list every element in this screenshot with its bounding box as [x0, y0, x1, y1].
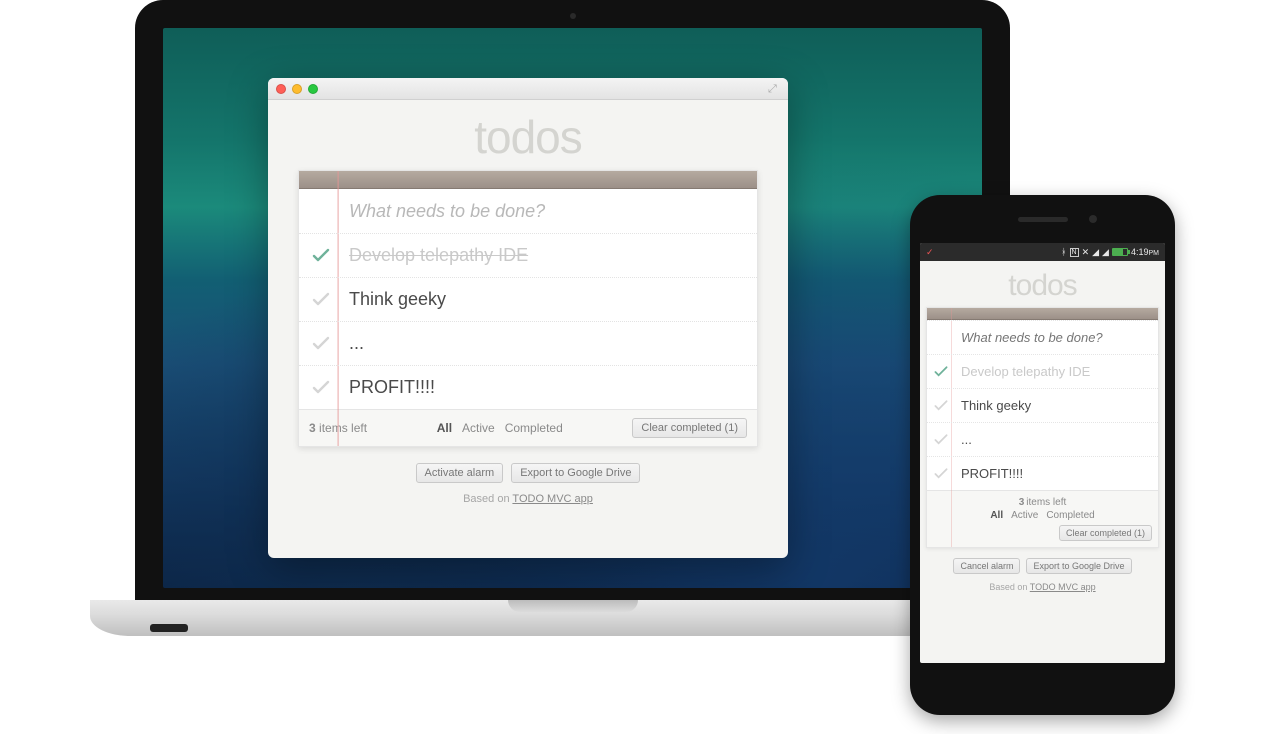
nfc-icon: N	[1070, 248, 1079, 257]
credit-prefix: Based on	[989, 582, 1029, 592]
phone-speaker	[1018, 217, 1068, 222]
todo-row[interactable]: Develop telepathy IDE	[299, 233, 757, 277]
todo-row[interactable]: ...	[927, 422, 1158, 456]
todo-list-card: Develop telepathy IDE Think geeky	[298, 170, 758, 447]
status-time: 4:19PM	[1131, 247, 1159, 257]
todo-row[interactable]: ...	[299, 321, 757, 365]
filter-active[interactable]: Active	[462, 421, 495, 435]
clear-completed-button[interactable]: Clear completed (1)	[1059, 525, 1152, 541]
window-minimize-icon[interactable]	[292, 84, 302, 94]
window-titlebar[interactable]: ⤢	[268, 78, 788, 100]
filter-group: All Active Completed	[437, 421, 563, 435]
todo-text[interactable]: Think geeky	[961, 398, 1031, 413]
filter-active[interactable]: Active	[1011, 510, 1038, 521]
laptop-foot	[150, 624, 188, 632]
wifi-icon: ◢	[1092, 248, 1099, 257]
todo-row[interactable]: Develop telepathy IDE	[927, 354, 1158, 388]
new-todo-row[interactable]	[299, 189, 757, 233]
todo-text[interactable]: Think geeky	[349, 289, 446, 310]
checkmark-icon[interactable]	[933, 432, 949, 448]
signal-icon: ◢	[1102, 248, 1109, 257]
filter-all[interactable]: All	[437, 421, 452, 435]
phone-camera	[1089, 215, 1097, 223]
new-todo-input[interactable]	[961, 330, 1150, 345]
window-close-icon[interactable]	[276, 84, 286, 94]
vibrate-icon: ✕	[1082, 248, 1090, 257]
items-left: 3 items left	[933, 497, 1152, 508]
filter-completed[interactable]: Completed	[1046, 510, 1094, 521]
credit-prefix: Based on	[463, 493, 512, 505]
todo-list-card: Develop telepathy IDE Think geeky ...	[926, 307, 1159, 548]
window-zoom-icon[interactable]	[308, 84, 318, 94]
checkmark-icon[interactable]	[933, 364, 949, 380]
card-footer: 3 items left All Active Completed Clear …	[927, 490, 1158, 547]
card-footer: 3 items left All Active Completed Clear …	[299, 409, 757, 446]
checkmark-icon[interactable]	[933, 466, 949, 482]
todo-text[interactable]: ...	[349, 333, 364, 354]
todo-row[interactable]: PROFIT!!!!	[299, 365, 757, 409]
app-window: ⤢ todos Develop telepathy IDE	[268, 78, 788, 558]
todo-text[interactable]: Develop telepathy IDE	[961, 364, 1090, 379]
carrier-icon: ✓	[926, 247, 934, 258]
phone-frame: ✓ ᚼ N ✕ ◢ ◢ 4:19PM todos	[910, 195, 1175, 715]
items-left-label: items left	[316, 421, 367, 435]
app-title: todos	[298, 110, 758, 164]
below-card-area: Activate alarm Export to Google Drive Ba…	[298, 463, 758, 505]
credit-link[interactable]: TODO MVC app	[1030, 582, 1096, 592]
laptop-camera	[570, 13, 576, 19]
window-fullscreen-icon[interactable]: ⤢	[768, 83, 780, 95]
filter-group: All Active Completed	[933, 510, 1152, 521]
todo-row[interactable]: Think geeky	[927, 388, 1158, 422]
checkmark-icon[interactable]	[311, 290, 331, 310]
laptop-display: ⤢ todos Develop telepathy IDE	[163, 28, 982, 588]
phone-display: ✓ ᚼ N ✕ ◢ ◢ 4:19PM todos	[920, 243, 1165, 663]
items-left-count: 3	[309, 421, 316, 435]
todo-row[interactable]: PROFIT!!!!	[927, 456, 1158, 490]
app-title: todos	[926, 269, 1159, 303]
credit-text: Based on TODO MVC app	[926, 582, 1159, 592]
todo-row[interactable]: Think geeky	[299, 277, 757, 321]
battery-icon	[1112, 248, 1128, 256]
card-header-strip	[299, 171, 757, 189]
laptop-hinge-notch	[508, 600, 638, 612]
credit-text: Based on TODO MVC app	[298, 493, 758, 505]
todo-text[interactable]: Develop telepathy IDE	[349, 245, 528, 266]
filter-completed[interactable]: Completed	[505, 421, 563, 435]
credit-link[interactable]: TODO MVC app	[512, 493, 593, 505]
checkmark-icon[interactable]	[311, 334, 331, 354]
export-drive-button[interactable]: Export to Google Drive	[1026, 558, 1131, 574]
laptop-bezel: ⤢ todos Develop telepathy IDE	[135, 0, 1010, 600]
activate-alarm-button[interactable]: Activate alarm	[416, 463, 504, 483]
bluetooth-icon: ᚼ	[1061, 248, 1066, 257]
items-left: 3 items left	[309, 421, 367, 435]
new-todo-row[interactable]	[927, 320, 1158, 354]
clear-completed-button[interactable]: Clear completed (1)	[632, 418, 747, 438]
items-left-count: 3	[1019, 497, 1025, 508]
export-drive-button[interactable]: Export to Google Drive	[511, 463, 640, 483]
new-todo-input[interactable]	[349, 201, 745, 222]
filter-all[interactable]: All	[990, 510, 1003, 521]
items-left-label: items left	[1026, 497, 1066, 508]
card-header-strip	[927, 308, 1158, 320]
android-status-bar: ✓ ᚼ N ✕ ◢ ◢ 4:19PM	[920, 243, 1165, 261]
todo-text[interactable]: PROFIT!!!!	[349, 377, 435, 398]
todo-text[interactable]: ...	[961, 432, 972, 447]
todo-text[interactable]: PROFIT!!!!	[961, 466, 1023, 481]
checkmark-icon[interactable]	[933, 398, 949, 414]
checkmark-icon[interactable]	[311, 246, 331, 266]
cancel-alarm-button[interactable]: Cancel alarm	[953, 558, 1020, 574]
checkmark-icon[interactable]	[311, 378, 331, 398]
